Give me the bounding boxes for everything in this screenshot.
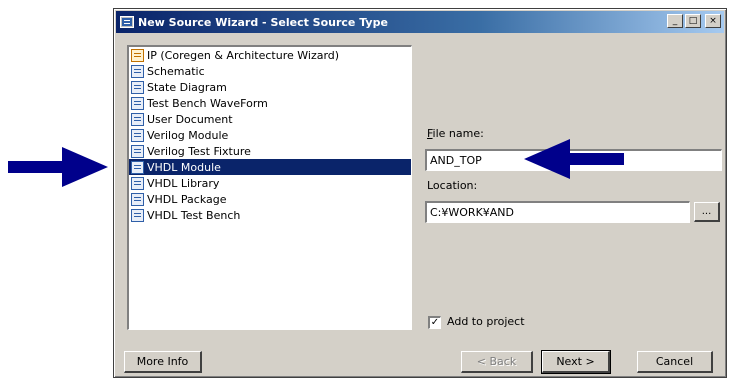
source-type-label: State Diagram [147,80,227,94]
waveform-icon [131,96,144,110]
title-bar[interactable]: New Source Wizard - Select Source Type _… [116,11,724,33]
list-item-source-type[interactable]: Schematic [129,63,411,79]
arrow-right-icon [8,147,108,187]
close-button[interactable]: × [705,14,721,28]
source-type-label: VHDL Package [147,192,227,206]
source-type-label: Verilog Module [147,128,229,142]
list-item-source-type[interactable]: VHDL Module [129,159,411,175]
list-item-source-type[interactable]: Test Bench WaveForm [129,95,411,111]
more-info-button[interactable]: More Info [124,351,202,373]
arrow-left-icon [524,139,624,179]
vhdl-library-icon [131,176,144,190]
window-title: New Source Wizard - Select Source Type [138,15,388,29]
vhdl-module-icon [131,160,144,174]
schematic-icon [131,64,144,78]
verilog-module-icon [131,128,144,142]
list-item-source-type[interactable]: User Document [129,111,411,127]
next-button[interactable]: Next > [541,350,611,374]
source-type-label: VHDL Library [147,176,220,190]
location-input[interactable] [425,201,690,223]
source-type-label: Test Bench WaveForm [147,96,268,110]
state-diagram-icon [131,80,144,94]
list-item-source-type[interactable]: State Diagram [129,79,411,95]
source-type-label: VHDL Test Bench [147,208,241,222]
list-item-source-type[interactable]: VHDL Test Bench [129,207,411,223]
maximize-button[interactable]: □ [685,14,701,28]
vhdl-package-icon [131,192,144,206]
source-type-label: VHDL Module [147,160,221,174]
check-mark-icon: ✓ [430,317,440,328]
source-type-label: IP (Coregen & Architecture Wizard) [147,48,340,62]
minimize-button[interactable]: _ [667,14,683,28]
list-item-source-type[interactable]: IP (Coregen & Architecture Wizard) [129,47,411,63]
verilog-fixture-icon [131,144,144,158]
ip-core-icon [131,48,144,62]
file-name-label: File name: [427,127,484,140]
vhdl-testbench-icon [131,208,144,222]
browse-button[interactable]: ... [694,202,720,222]
list-item-source-type[interactable]: Verilog Module [129,127,411,143]
list-item-source-type[interactable]: Verilog Test Fixture [129,143,411,159]
add-to-project-label: Add to project [447,315,525,328]
add-to-project-checkbox[interactable]: ✓ [428,316,441,329]
list-item-source-type[interactable]: VHDL Package [129,191,411,207]
document-icon [131,112,144,126]
file-name-label-text: ile name: [432,127,484,140]
cancel-button[interactable]: Cancel [637,351,713,373]
source-type-label: Schematic [147,64,205,78]
list-item-source-type[interactable]: VHDL Library [129,175,411,191]
source-type-label: Verilog Test Fixture [147,144,251,158]
back-button[interactable]: < Back [461,351,533,373]
wizard-app-icon [120,16,134,28]
source-type-list[interactable]: IP (Coregen & Architecture Wizard) Schema… [127,45,412,330]
new-source-wizard-window: New Source Wizard - Select Source Type _… [113,8,727,378]
location-label: Location: [427,179,478,192]
source-type-label: User Document [147,112,233,126]
